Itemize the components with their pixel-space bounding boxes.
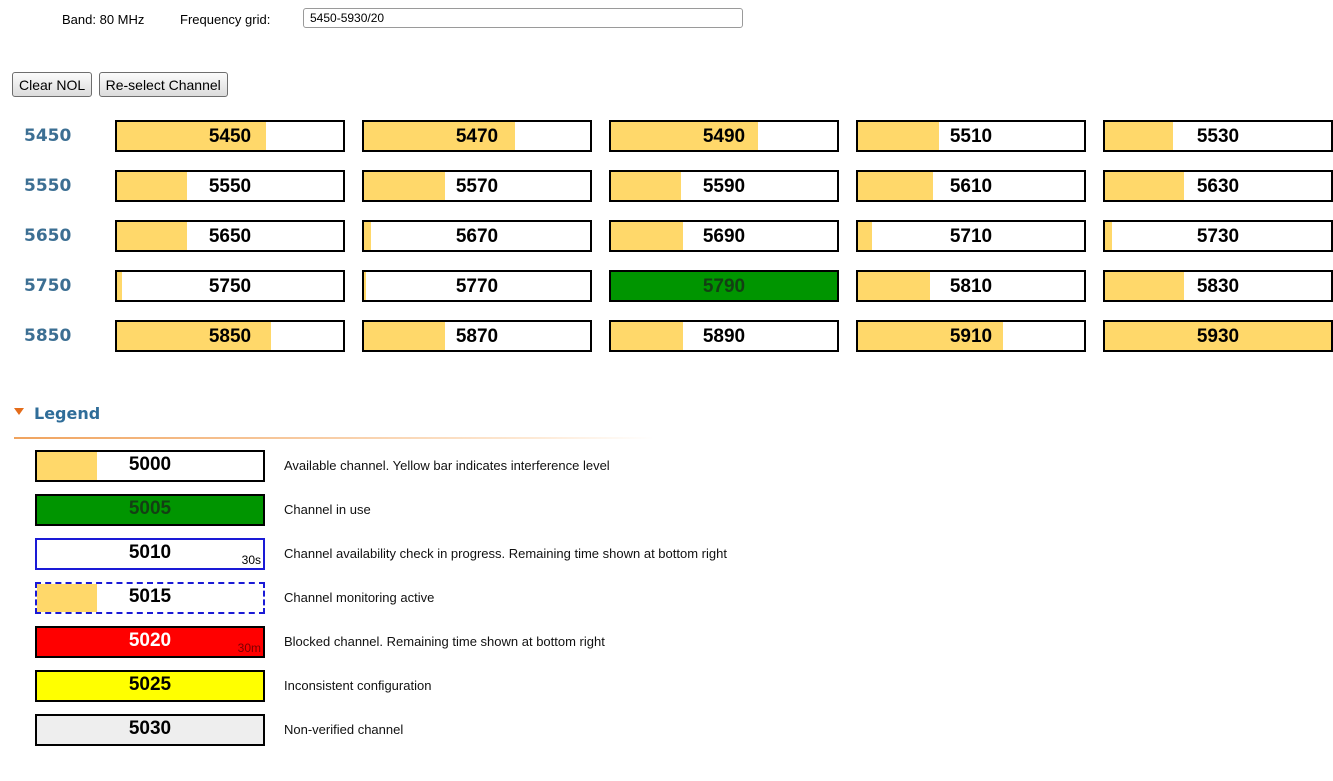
legend-title: Legend — [34, 404, 101, 423]
legend-divider — [14, 437, 654, 439]
channel-frequency: 5910 — [949, 326, 993, 347]
legend-description: Inconsistent configuration — [284, 678, 432, 693]
channel-frequency: 5510 — [949, 126, 993, 147]
legend-frequency: 5020 — [128, 630, 172, 651]
channel-frequency: 5470 — [455, 126, 499, 147]
channel-cell-5490[interactable]: 5490 — [609, 120, 839, 152]
legend-description: Channel monitoring active — [284, 590, 435, 605]
band-label: Band: — [62, 12, 96, 27]
channel-frequency: 5530 — [1196, 126, 1240, 147]
frequency-grid-label: Frequency grid: — [180, 12, 271, 27]
channel-cell-5810[interactable]: 5810 — [856, 270, 1086, 302]
channel-frequency: 5890 — [702, 326, 746, 347]
channel-cell-5890[interactable]: 5890 — [609, 320, 839, 352]
channel-frequency: 5670 — [455, 226, 499, 247]
caret-down-icon[interactable] — [14, 408, 24, 415]
channel-frequency: 5750 — [208, 276, 252, 297]
channel-cell-5610[interactable]: 5610 — [856, 170, 1086, 202]
channel-cell-5850[interactable]: 5850 — [115, 320, 345, 352]
channel-frequency: 5710 — [949, 226, 993, 247]
legend-frequency: 5010 — [128, 542, 172, 563]
channel-frequency: 5930 — [1196, 326, 1240, 347]
channel-cell-5710[interactable]: 5710 — [856, 220, 1086, 252]
legend-description: Channel availability check in progress. … — [284, 546, 727, 561]
legend-swatch-inuse: 5005 — [35, 494, 265, 526]
channel-frequency: 5650 — [208, 226, 252, 247]
legend-swatch-nonverified: 5030 — [35, 714, 265, 746]
channel-cell-5770[interactable]: 5770 — [362, 270, 592, 302]
legend-swatch-inconsistent: 5025 — [35, 670, 265, 702]
channel-cell-5450[interactable]: 5450 — [115, 120, 345, 152]
channel-frequency: 5550 — [208, 176, 252, 197]
channel-cell-5750[interactable]: 5750 — [115, 270, 345, 302]
channel-cell-5530[interactable]: 5530 — [1103, 120, 1333, 152]
row-label: 5750 — [24, 276, 72, 296]
band-info: Band: 80 MHz — [62, 12, 144, 27]
channel-cell-5730[interactable]: 5730 — [1103, 220, 1333, 252]
channel-cell-5470[interactable]: 5470 — [362, 120, 592, 152]
band-value: 80 MHz — [99, 12, 145, 27]
channel-frequency: 5730 — [1196, 226, 1240, 247]
channel-frequency: 5830 — [1196, 276, 1240, 297]
legend-frequency: 5025 — [128, 674, 172, 695]
legend-description: Channel in use — [284, 502, 371, 517]
legend-swatch-check: 5010 30s — [35, 538, 265, 570]
channel-frequency: 5450 — [208, 126, 252, 147]
channel-cell-5830[interactable]: 5830 — [1103, 270, 1333, 302]
channel-frequency: 5790 — [702, 276, 746, 297]
clear-nol-button[interactable]: Clear NOL — [12, 72, 93, 97]
reselect-channel-button[interactable]: Re-select Channel — [98, 72, 228, 97]
legend-description: Available channel. Yellow bar indicates … — [284, 458, 610, 473]
channel-cell-5630[interactable]: 5630 — [1103, 170, 1333, 202]
channel-frequency: 5690 — [702, 226, 746, 247]
legend-swatch-available: 5000 — [35, 450, 265, 482]
legend-description: Blocked channel. Remaining time shown at… — [284, 634, 605, 649]
legend-frequency: 5000 — [128, 454, 172, 475]
channel-cell-5930[interactable]: 5930 — [1103, 320, 1333, 352]
channel-cell-5590[interactable]: 5590 — [609, 170, 839, 202]
channel-frequency: 5570 — [455, 176, 499, 197]
channel-frequency: 5590 — [702, 176, 746, 197]
legend-swatch-blocked: 5020 30m — [35, 626, 265, 658]
row-label: 5550 — [24, 176, 72, 196]
channel-cell-5570[interactable]: 5570 — [362, 170, 592, 202]
legend-frequency: 5015 — [128, 586, 172, 607]
channel-cell-5670[interactable]: 5670 — [362, 220, 592, 252]
channel-frequency: 5490 — [702, 126, 746, 147]
remaining-time: 30s — [241, 553, 261, 567]
action-buttons: Clear NOL Re-select Channel — [12, 72, 230, 97]
row-label: 5850 — [24, 326, 72, 346]
legend-frequency: 5030 — [128, 718, 172, 739]
channel-cell-5650[interactable]: 5650 — [115, 220, 345, 252]
channel-cell-5790[interactable]: 5790 — [609, 270, 839, 302]
channel-cell-5870[interactable]: 5870 — [362, 320, 592, 352]
channel-frequency: 5810 — [949, 276, 993, 297]
frequency-grid-input[interactable] — [303, 8, 743, 28]
channel-cell-5550[interactable]: 5550 — [115, 170, 345, 202]
row-label: 5450 — [24, 126, 72, 146]
channel-cell-5690[interactable]: 5690 — [609, 220, 839, 252]
channel-frequency: 5850 — [208, 326, 252, 347]
channel-frequency: 5770 — [455, 276, 499, 297]
channel-frequency: 5870 — [455, 326, 499, 347]
legend-frequency: 5005 — [128, 498, 172, 519]
channel-cell-5510[interactable]: 5510 — [856, 120, 1086, 152]
channel-frequency: 5630 — [1196, 176, 1240, 197]
legend-swatch-monitor: 5015 — [35, 582, 265, 614]
legend-description: Non-verified channel — [284, 722, 404, 737]
channel-cell-5910[interactable]: 5910 — [856, 320, 1086, 352]
remaining-time: 30m — [237, 641, 261, 655]
channel-frequency: 5610 — [949, 176, 993, 197]
row-label: 5650 — [24, 226, 72, 246]
